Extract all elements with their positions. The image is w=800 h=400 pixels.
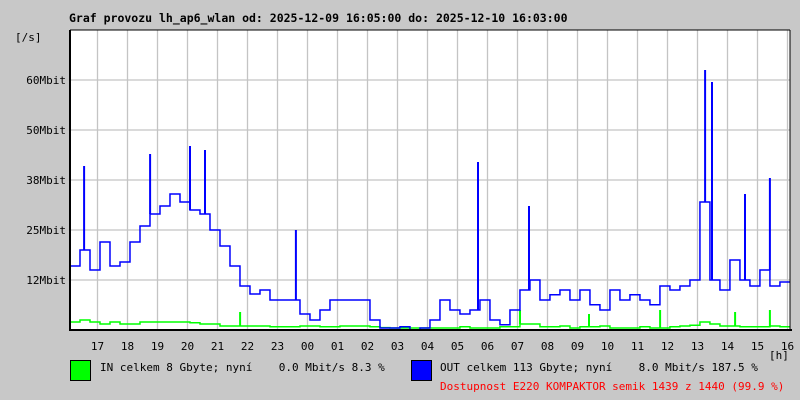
x-tick-label: 20: [181, 340, 194, 353]
x-tick-label: 11: [631, 340, 644, 353]
x-tick-label: 15: [751, 340, 764, 353]
x-tick-label: 18: [121, 340, 134, 353]
x-tick-label: 13: [691, 340, 704, 353]
legend-in-text: IN celkem 8 Gbyte; nyní 0.0 Mbit/s 8.3 %: [100, 361, 385, 374]
x-tick-label: 08: [541, 340, 554, 353]
x-tick-label: 17: [91, 340, 104, 353]
x-tick-label: 09: [571, 340, 584, 353]
x-tick-label: 04: [421, 340, 435, 353]
legend-in-swatch: [70, 360, 91, 381]
x-tick-label: 06: [481, 340, 494, 353]
x-tick-label: 01: [331, 340, 344, 353]
x-tick-label: 03: [391, 340, 404, 353]
traffic-graph: Graf provozu lh_ap6_wlan od: 2025-12-09 …: [0, 0, 800, 400]
x-tick-label: 14: [721, 340, 735, 353]
availability-text: Dostupnost E220 KOMPAKTOR semik 1439 z 1…: [440, 380, 785, 393]
x-tick-label: 21: [211, 340, 224, 353]
legend-out-text: OUT celkem 113 Gbyte; nyní 8.0 Mbit/s 18…: [440, 361, 758, 374]
x-tick-label: 22: [241, 340, 254, 353]
x-tick-label: 23: [271, 340, 284, 353]
y-tick-label: 60Mbit: [26, 74, 66, 87]
y-tick-label: 38Mbit: [26, 174, 66, 187]
x-tick-label: 19: [151, 340, 164, 353]
y-tick-label: 25Mbit: [26, 224, 66, 237]
x-tick-label: 12: [661, 340, 674, 353]
x-tick-label: 16: [781, 340, 794, 353]
plot-area: 17 18 19 20 21 22 23 00 01 02 03 04 05 06 07 08 09 10 11 12…: [26, 29, 794, 353]
x-tick-label: 05: [451, 340, 464, 353]
y-tick-label: 12Mbit: [26, 274, 66, 287]
legend-out-swatch: [411, 360, 432, 381]
y-tick-label: 50Mbit: [26, 124, 66, 137]
x-tick-label: 02: [361, 340, 374, 353]
x-tick-label: 00: [301, 340, 314, 353]
x-tick-label: 07: [511, 340, 524, 353]
x-tick-label: 10: [601, 340, 614, 353]
